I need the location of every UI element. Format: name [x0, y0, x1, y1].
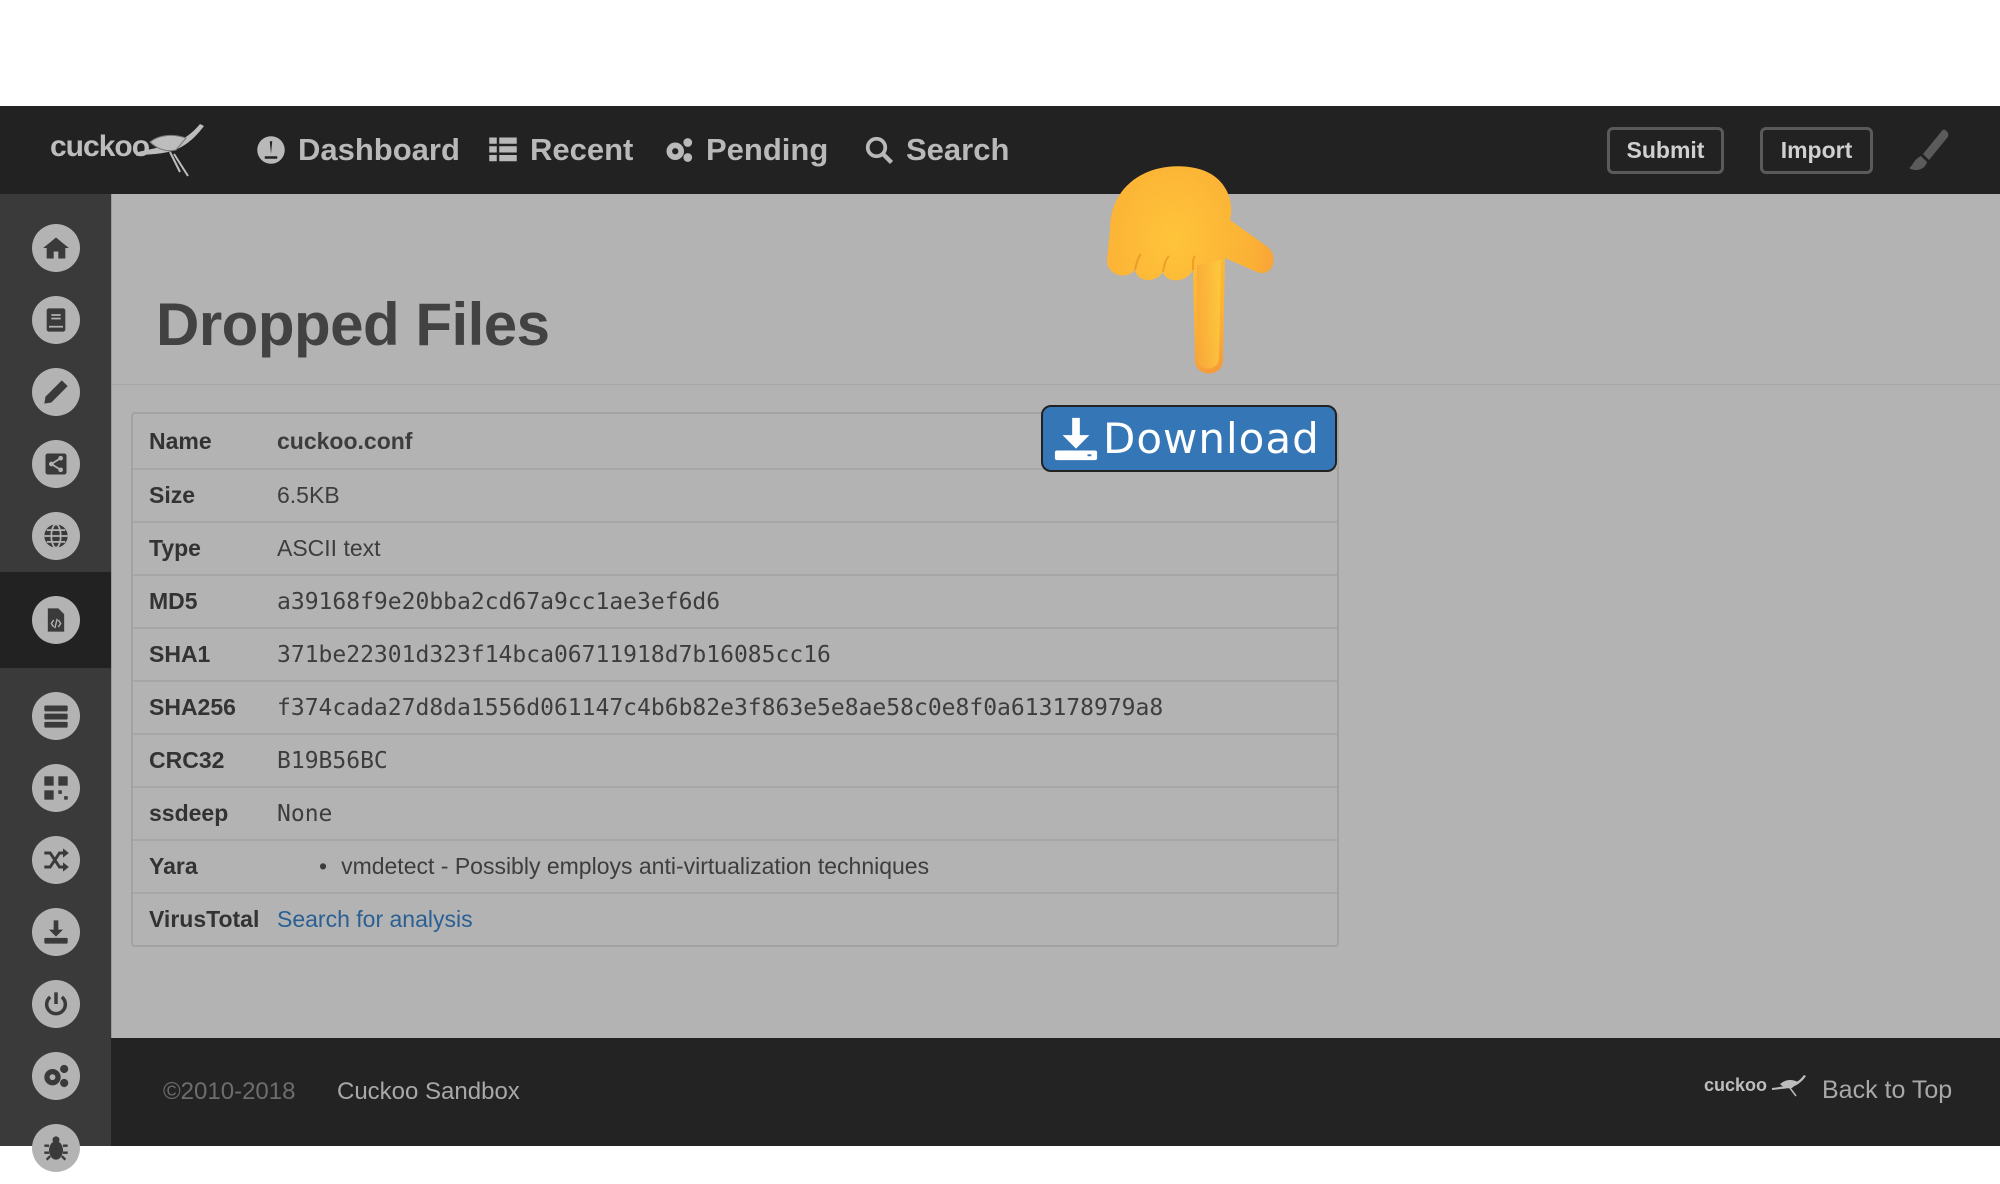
home-icon: [42, 237, 69, 259]
row-key: Yara: [133, 839, 277, 892]
download-icon: [43, 920, 68, 944]
cogs-icon: [43, 1064, 68, 1088]
table-row: SHA256 f374cada27d8da1556d061147c4b6b82e…: [133, 680, 1337, 733]
nav-dashboard-label: Dashboard: [298, 132, 460, 167]
file-code-icon: [47, 608, 64, 632]
footer-logo-text: cuckoo: [1704, 1074, 1768, 1095]
table-row: ssdeep None: [133, 786, 1337, 839]
submit-button[interactable]: Submit: [1607, 127, 1724, 174]
sidebar-item-process-memory[interactable]: [0, 680, 111, 752]
title-divider: [112, 384, 2000, 385]
table-row: Type ASCII text: [133, 521, 1337, 574]
row-key: SHA1: [133, 627, 277, 680]
browser-top-blank: [0, 0, 2000, 106]
list-icon: [489, 137, 517, 162]
nav-dashboard[interactable]: Dashboard: [256, 106, 460, 194]
table-row: Size 6.5KB: [133, 468, 1337, 521]
row-key: ssdeep: [133, 786, 277, 839]
bird-icon: [136, 124, 204, 177]
table-row: SHA1 371be22301d323f14bca06711918d7b1608…: [133, 627, 1337, 680]
md5-value: a39168f9e20bba2cd67a9cc1ae3ef6d6: [277, 574, 1337, 627]
file-type: ASCII text: [277, 521, 1337, 574]
download-icon: [1054, 417, 1098, 460]
sidebar-item-summary[interactable]: [0, 284, 111, 356]
nav-search-label: Search: [906, 132, 1010, 167]
sidebar-item-network[interactable]: [0, 500, 111, 572]
search-icon: [865, 136, 894, 165]
table-row: VirusTotal Search for analysis: [133, 892, 1337, 945]
virustotal-cell: Search for analysis: [277, 892, 1337, 945]
sidebar-item-reboot[interactable]: [0, 968, 111, 1040]
globe-icon: [43, 523, 68, 549]
yara-list: vmdetect - Possibly employs anti-virtual…: [277, 853, 1337, 880]
dashboard-icon: [257, 136, 285, 164]
nav-pending[interactable]: Pending: [664, 106, 828, 194]
ssdeep-value: None: [277, 786, 1337, 839]
yara-match: vmdetect - Possibly employs anti-virtual…: [319, 853, 1337, 880]
sidebar-item-export[interactable]: [0, 896, 111, 968]
nav-recent-label: Recent: [530, 132, 634, 167]
row-key: CRC32: [133, 733, 277, 786]
shuffle-icon: [43, 848, 69, 872]
book-icon: [46, 308, 65, 332]
pencil-icon: [43, 380, 68, 404]
gears-icon: [666, 138, 693, 162]
cuckoo-sandbox-link[interactable]: Cuckoo Sandbox: [337, 1078, 520, 1106]
sidebar-item-debug[interactable]: [0, 1112, 111, 1184]
download-button[interactable]: Download: [1041, 405, 1337, 472]
row-key: VirusTotal: [133, 892, 277, 945]
copyright-text: ©2010-2018: [163, 1078, 296, 1105]
page-title: Dropped Files: [156, 291, 550, 358]
row-key: SHA256: [133, 680, 277, 733]
nav-pending-label: Pending: [706, 132, 829, 167]
file-info-table: Name cuckoo.conf Size 6.5KB Type ASCII t…: [131, 412, 1339, 947]
bug-icon: [43, 1136, 68, 1161]
row-key: MD5: [133, 574, 277, 627]
nav-recent[interactable]: Recent: [488, 106, 633, 194]
bird-icon: [1772, 1075, 1807, 1097]
sidebar: [0, 194, 111, 1172]
table-row: CRC32 B19B56BC: [133, 733, 1337, 786]
share-icon: [45, 453, 66, 475]
yara-cell: vmdetect - Possibly employs anti-virtual…: [277, 839, 1337, 892]
virustotal-search-link[interactable]: Search for analysis: [277, 906, 473, 932]
sidebar-item-shuffle[interactable]: [0, 824, 111, 896]
row-key: Size: [133, 468, 277, 521]
back-to-top-link[interactable]: Back to Top: [1822, 1076, 1952, 1105]
row-key: Name: [149, 427, 212, 454]
pointing-down-hand-icon: [1107, 166, 1274, 374]
table-row: MD5 a39168f9e20bba2cd67a9cc1ae3ef6d6: [133, 574, 1337, 627]
sidebar-item-static[interactable]: [0, 356, 111, 428]
sha256-value: f374cada27d8da1556d061147c4b6b82e3f863e5…: [277, 680, 1337, 733]
sidebar-item-home[interactable]: [0, 212, 111, 284]
crc32-value: B19B56BC: [277, 733, 1337, 786]
cuckoo-logo[interactable]: cuckoo: [50, 120, 210, 180]
sha1-value: 371be22301d323f14bca06711918d7b16085cc16: [277, 627, 1337, 680]
qrcode-icon: [43, 776, 68, 800]
paintbrush-icon[interactable]: [1905, 126, 1953, 174]
server-icon: [43, 705, 68, 728]
top-navbar: cuckoo Dashboard Recent Pending Search S…: [0, 106, 2000, 194]
table-row: Yara vmdetect - Possibly employs anti-vi…: [133, 839, 1337, 892]
footer: ©2010-2018 Cuckoo Sandbox cuckoo Back to…: [111, 1038, 2000, 1146]
sidebar-item-compare[interactable]: [0, 752, 111, 824]
file-size: 6.5KB: [277, 468, 1337, 521]
sidebar-item-dropped-files[interactable]: [0, 572, 111, 668]
power-icon: [44, 992, 67, 1016]
footer-logo: cuckoo: [1704, 1074, 1808, 1098]
nav-search[interactable]: Search: [864, 106, 1009, 194]
row-key: Type: [133, 521, 277, 574]
sidebar-item-behavior[interactable]: [0, 428, 111, 500]
download-label: Download: [1103, 414, 1320, 463]
main-content: Dropped Files Name cuckoo.conf Size 6.5K…: [111, 194, 2000, 1038]
sidebar-item-options[interactable]: [0, 1040, 111, 1112]
import-button[interactable]: Import: [1760, 127, 1873, 174]
